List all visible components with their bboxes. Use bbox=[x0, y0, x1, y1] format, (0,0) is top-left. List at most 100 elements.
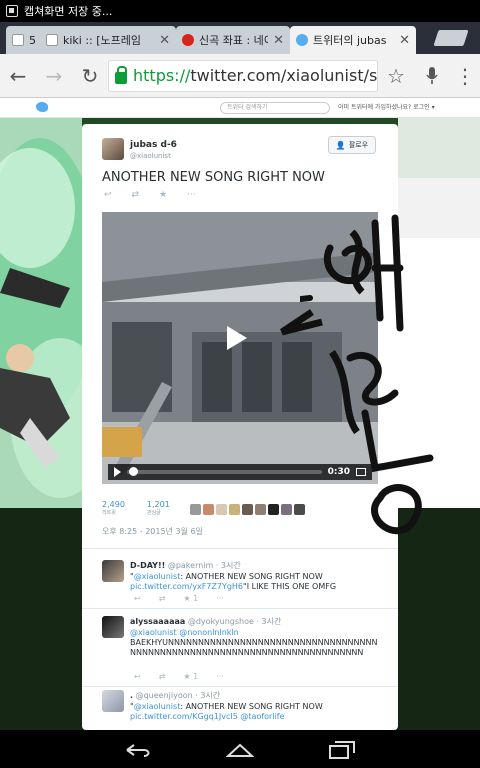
reply-actions: ↩ ⇄ ★ 1 ··· bbox=[134, 672, 224, 681]
close-tab-icon[interactable]: ✕ bbox=[399, 33, 410, 48]
reply-handle[interactable]: @dyokyungshoe bbox=[188, 617, 254, 626]
mention-link[interactable]: @xiaolunist bbox=[134, 702, 181, 711]
tab-twitter-active[interactable]: 트위터의 jubas ✕ bbox=[290, 26, 416, 54]
twitter-search-input[interactable]: 트위터 검색하기 bbox=[220, 102, 330, 114]
retweet-icon[interactable]: ⇄ bbox=[159, 594, 166, 603]
close-tab-icon[interactable]: ✕ bbox=[273, 33, 284, 48]
avatar[interactable] bbox=[216, 504, 227, 515]
avatar[interactable] bbox=[229, 504, 240, 515]
reply-avatar[interactable] bbox=[102, 560, 124, 582]
video-play-icon[interactable] bbox=[114, 467, 121, 477]
retweet-label: 리트윗 bbox=[102, 510, 116, 516]
back-nav-icon[interactable] bbox=[124, 742, 152, 758]
video-progress-track[interactable] bbox=[127, 467, 322, 476]
author-avatar[interactable] bbox=[102, 138, 124, 160]
favorite-count: 1 bbox=[193, 594, 199, 603]
url-path: twitter.com/xiaolunist/statu bbox=[190, 66, 378, 85]
avatar[interactable] bbox=[190, 504, 201, 515]
reply-icon[interactable]: ↩ bbox=[134, 594, 141, 603]
retweet-icon[interactable]: ⇄ bbox=[132, 190, 140, 200]
forward-button[interactable]: → bbox=[36, 54, 72, 98]
voice-search-button[interactable] bbox=[414, 54, 450, 98]
bookmark-star-button[interactable]: ☆ bbox=[378, 54, 414, 98]
reply-name[interactable]: alyssaaaaaa bbox=[130, 617, 185, 626]
system-nav-bar bbox=[0, 730, 480, 768]
favorite-stat[interactable]: 1,201 관심글 bbox=[147, 500, 170, 516]
reply-name[interactable]: . bbox=[130, 691, 133, 700]
reply-item: alyssaaaaaa @dyokyungshoe · 3시간 @xiaolun… bbox=[82, 616, 398, 684]
home-nav-icon[interactable] bbox=[226, 742, 254, 758]
back-button[interactable]: ← bbox=[0, 54, 36, 98]
tab-naver[interactable]: 신곡 좌표 : 네이 ✕ bbox=[176, 26, 290, 54]
more-icon[interactable]: ··· bbox=[187, 190, 196, 200]
tweet-date[interactable]: 오후 8:25 - 2015년 3월 6일 bbox=[102, 526, 203, 537]
reply-avatar[interactable] bbox=[102, 690, 124, 712]
tab-title: kiki :: [노프레임 bbox=[63, 34, 142, 47]
author-name[interactable]: jubas d-6 bbox=[130, 140, 177, 150]
address-bar[interactable]: https://twitter.com/xiaolunist/statu bbox=[108, 59, 378, 92]
divider bbox=[82, 686, 398, 687]
avatar[interactable] bbox=[281, 504, 292, 515]
reload-button[interactable]: ↻ bbox=[72, 54, 108, 98]
avatar[interactable] bbox=[203, 504, 214, 515]
twitter-bird-icon bbox=[296, 34, 308, 46]
more-icon[interactable]: ··· bbox=[216, 594, 224, 603]
pic-link[interactable]: pic.twitter.com/yxF7Z7YgH6 bbox=[130, 582, 243, 591]
screenshot-icon bbox=[6, 5, 18, 17]
page-icon bbox=[12, 34, 24, 46]
url-scheme: https:// bbox=[133, 66, 191, 85]
play-icon[interactable] bbox=[227, 326, 247, 350]
tab-title: 신곡 좌표 : 네이 bbox=[199, 34, 269, 47]
reply-header: alyssaaaaaa @dyokyungshoe · 3시간 bbox=[130, 616, 281, 627]
video-scrubber[interactable] bbox=[129, 467, 138, 476]
recents-nav-icon[interactable] bbox=[328, 740, 356, 760]
reply-text: @xiaolunist @nononlnlnkln BAEKHYUNNNNNNNN… bbox=[130, 628, 380, 658]
close-tab-icon[interactable]: ✕ bbox=[159, 33, 170, 48]
favorite-label: 관심글 bbox=[146, 510, 161, 516]
login-link[interactable]: 이미 트위터에 가입하셨나요? 로그인 ▾ bbox=[338, 103, 435, 113]
mic-icon bbox=[426, 66, 438, 84]
menu-button[interactable]: ⋮ bbox=[450, 54, 480, 98]
reply-body: : ANOTHER NEW SONG RIGHT NOW bbox=[180, 572, 323, 581]
follow-label: 팔로우 bbox=[348, 141, 369, 149]
avatar[interactable] bbox=[242, 504, 253, 515]
favorite-icon[interactable]: ★ 1 bbox=[183, 672, 198, 681]
avatar[interactable] bbox=[268, 504, 279, 515]
reply-body: BAEKHYUNNNNNNNNNNNNNNNNNNNNNNNNNNNNNNNNN… bbox=[130, 638, 378, 657]
reply-avatar[interactable] bbox=[102, 616, 124, 638]
mention-link[interactable]: @xiaolunist bbox=[134, 572, 181, 581]
more-icon[interactable]: ··· bbox=[216, 672, 224, 681]
mention-link[interactable]: @xiaolunist bbox=[130, 628, 177, 637]
favorite-count: 1 bbox=[193, 672, 199, 681]
mention-link[interactable]: @taoforlife bbox=[240, 712, 284, 721]
reply-tail: "I LIKE THIS ONE OMFG bbox=[243, 582, 337, 591]
divider bbox=[82, 608, 398, 609]
reply-actions: ↩ ⇄ ★ 1 ··· bbox=[134, 594, 224, 603]
author-handle[interactable]: @xiaolunist bbox=[130, 152, 171, 160]
reply-name[interactable]: D-DAY!! bbox=[130, 561, 165, 570]
tab-strip: 5 kiki :: [노프레임 ✕ 신곡 좌표 : 네이 ✕ 트위터의 juba… bbox=[0, 22, 480, 54]
follow-button[interactable]: 👤 팔로우 bbox=[328, 136, 376, 154]
reply-time: · 3시간 bbox=[215, 561, 241, 570]
reply-handle[interactable]: @pakernim bbox=[168, 561, 213, 570]
favorite-icon[interactable]: ★ bbox=[159, 190, 167, 200]
new-tab-button[interactable] bbox=[433, 30, 469, 46]
status-bar: 캡쳐화면 저장 중... bbox=[0, 0, 480, 22]
reply-handle[interactable]: @queenjiyoon bbox=[136, 691, 193, 700]
reply-icon[interactable]: ↩ bbox=[104, 190, 112, 200]
reply-item: . @queenjiyoon · 3시간 "@xiaolunist: ANOTH… bbox=[82, 690, 398, 730]
retweet-stat[interactable]: 2,490 리트윗 bbox=[102, 500, 125, 516]
mention-link[interactable]: @nononlnlnkln bbox=[179, 628, 239, 637]
retweet-count: 2,490 bbox=[102, 500, 125, 509]
tab-kiki[interactable]: kiki :: [노프레임 ✕ bbox=[40, 26, 176, 54]
status-text: 캡쳐화면 저장 중... bbox=[24, 5, 113, 18]
favorite-icon[interactable]: ★ 1 bbox=[183, 594, 198, 603]
reply-text: "@xiaolunist: ANOTHER NEW SONG RIGHT NOW… bbox=[130, 572, 337, 591]
reply-icon[interactable]: ↩ bbox=[134, 672, 141, 681]
retweet-icon[interactable]: ⇄ bbox=[159, 672, 166, 681]
reply-header: D-DAY!! @pakernim · 3시간 bbox=[130, 560, 241, 571]
avatar[interactable] bbox=[255, 504, 266, 515]
pic-link[interactable]: pic.twitter.com/KGgq1JvcI5 bbox=[130, 712, 238, 721]
web-content: 트위터 검색하기 이미 트위터에 가입하셨나요? 로그인 ▾ jubas d-6… bbox=[0, 98, 480, 730]
twitter-logo-icon[interactable] bbox=[36, 102, 48, 112]
